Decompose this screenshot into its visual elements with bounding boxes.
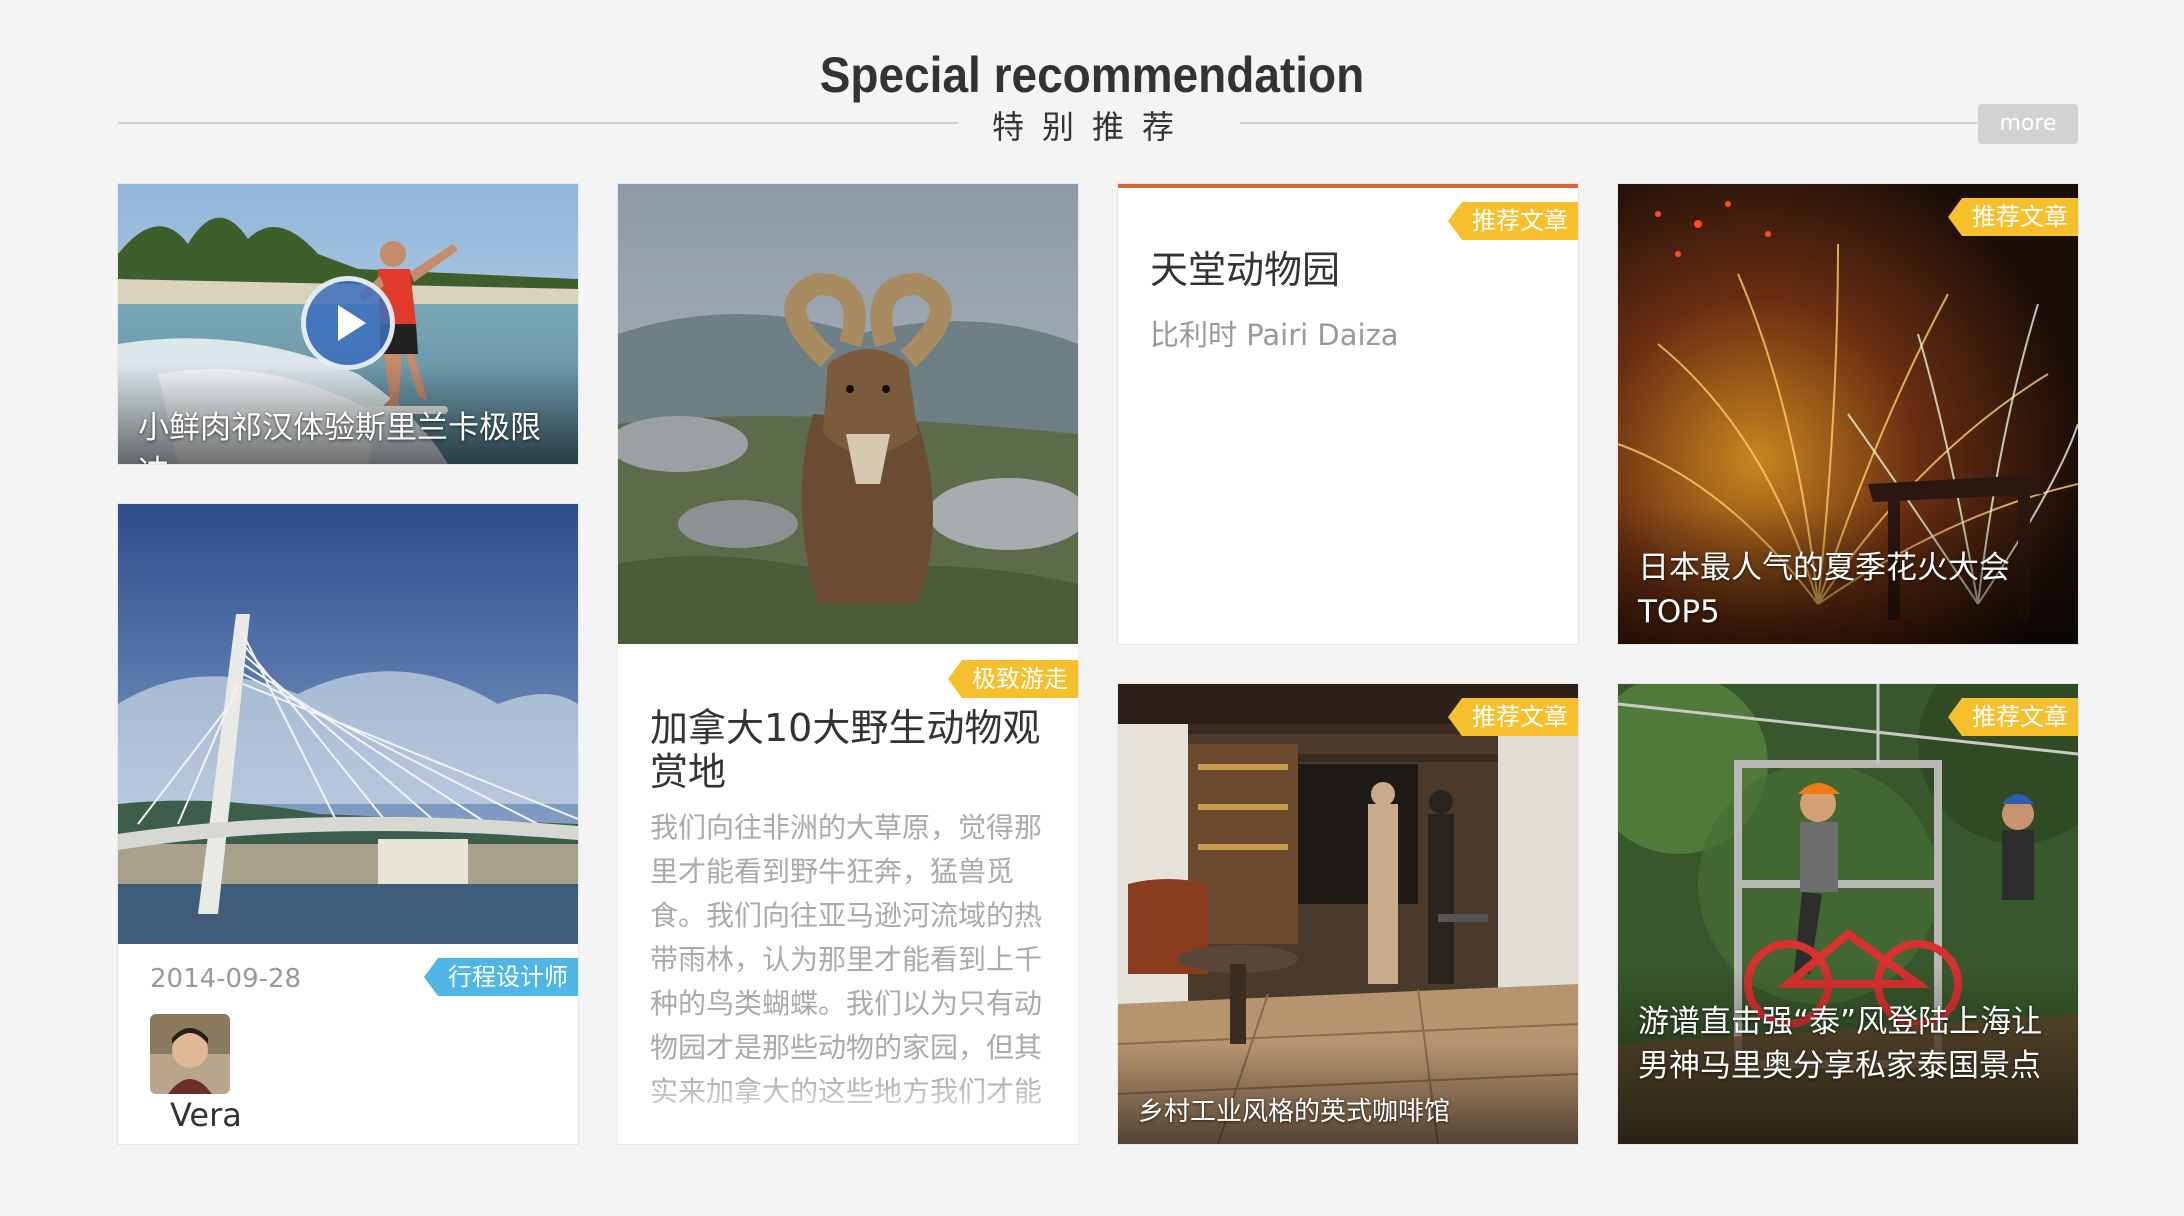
card-surf-video[interactable]: 小鲜肉祁汉体验斯里兰卡极限冲 — [118, 184, 578, 464]
surf-caption: 小鲜肉祁汉体验斯里兰卡极限冲 — [138, 410, 541, 464]
zipline-caption: 游谱直击强“泰”风登陆上海让男神马里奥分享私家泰国景点 — [1638, 1004, 2043, 1084]
recommended-tag: 推荐文章 — [1448, 202, 1578, 240]
section-title: Special recommendation — [819, 47, 1365, 103]
card-zoo-article[interactable]: 推荐文章 天堂动物园 比利时 Pairi Daiza — [1118, 184, 1578, 644]
card-cafe-article[interactable]: 推荐文章 乡村工业风格的英式咖啡馆 — [1118, 684, 1578, 1144]
recommended-tag: 推荐文章 — [1948, 198, 2078, 236]
card-itinerary-designer[interactable]: 2014-09-28 行程设计师 Vera — [118, 504, 578, 1144]
avatar[interactable] — [150, 1014, 230, 1094]
card-fireworks-article[interactable]: 推荐文章 日本最人气的夏季花火大会TOP5 — [1618, 184, 2078, 644]
excerpt-fade — [618, 1074, 1078, 1144]
section-subtitle: 特别推荐 — [991, 108, 1192, 146]
post-date: 2014-09-28 — [150, 964, 302, 994]
article-title[interactable]: 加拿大10大野生动物观赏地 — [650, 706, 1050, 794]
article-category-tag: 极致游走 — [948, 660, 1078, 698]
zoo-subtitle: 比利时 Pairi Daiza — [1150, 318, 1399, 352]
play-icon — [338, 305, 366, 341]
zoo-title[interactable]: 天堂动物园 — [1150, 248, 1340, 292]
ram-image — [618, 184, 1078, 644]
fireworks-caption: 日本最人气的夏季花火大会TOP5 — [1638, 550, 2010, 630]
author-name[interactable]: Vera — [170, 1096, 242, 1134]
recommended-tag: 推荐文章 — [1948, 698, 2078, 736]
designer-tag: 行程设计师 — [424, 958, 578, 996]
cafe-caption: 乡村工业风格的英式咖啡馆 — [1138, 1097, 1451, 1127]
bridge-image — [118, 504, 578, 944]
more-button[interactable]: more — [1978, 104, 2078, 144]
card-zipline-article[interactable]: 推荐文章 游谱直击强“泰”风登陆上海让男神马里奥分享私家泰国景点 — [1618, 684, 2078, 1144]
recommended-tag: 推荐文章 — [1448, 698, 1578, 736]
card-wildlife-article[interactable]: 极致游走 加拿大10大野生动物观赏地 我们向往非洲的大草原，觉得那里才能看到野牛… — [618, 184, 1078, 1144]
play-video-button[interactable] — [301, 276, 395, 370]
